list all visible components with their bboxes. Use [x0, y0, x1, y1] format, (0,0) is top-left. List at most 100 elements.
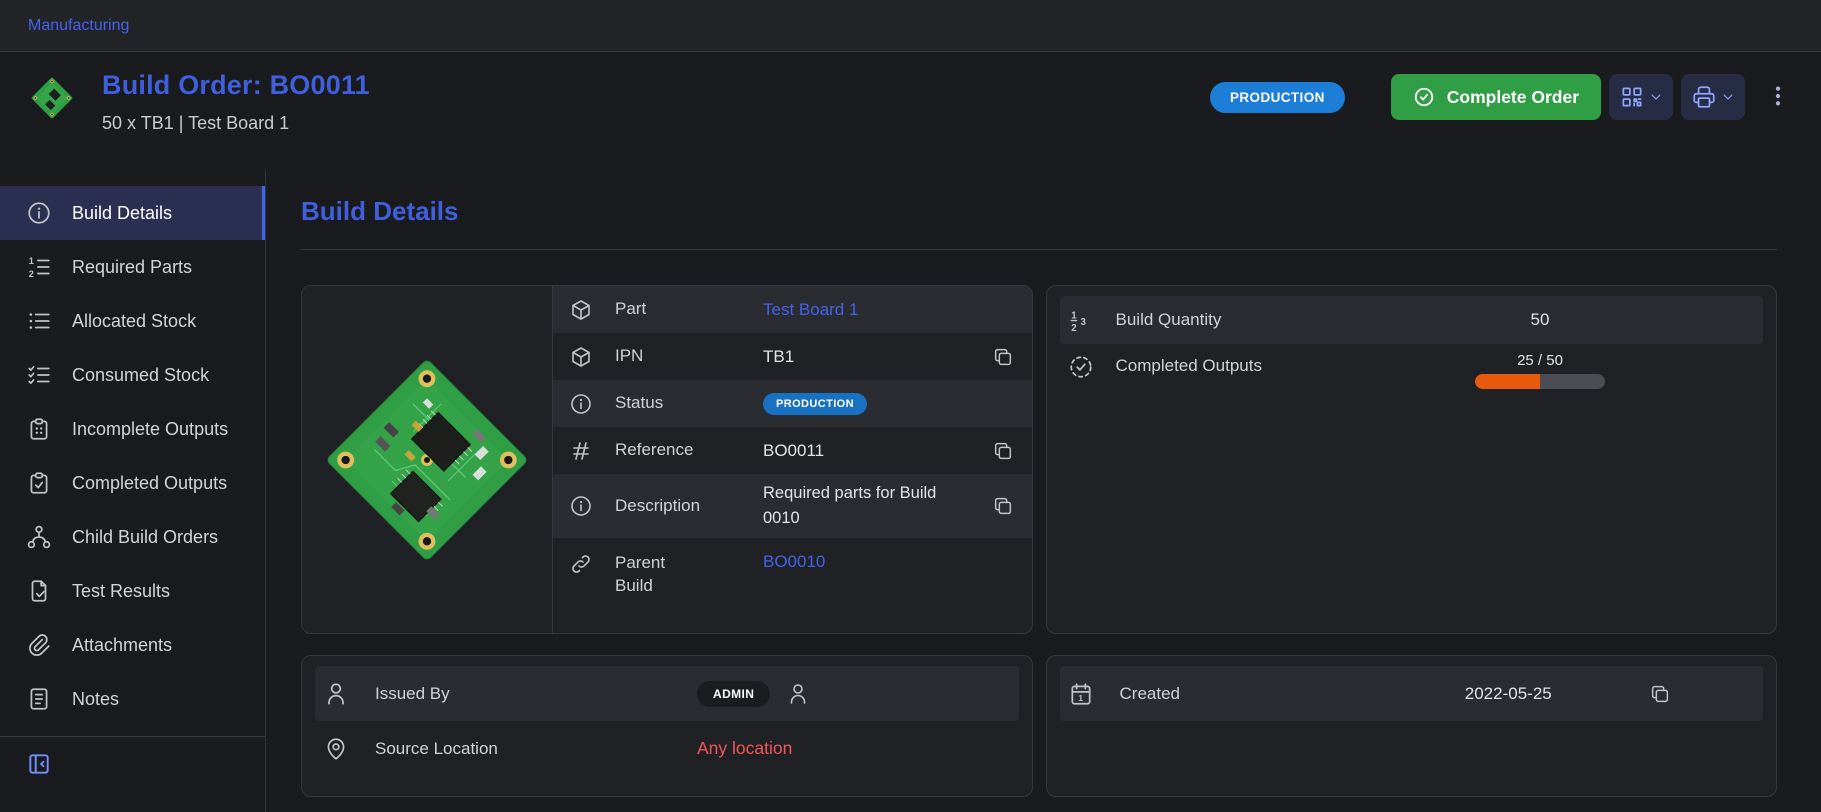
more-actions-kebab-button[interactable]: [1761, 77, 1795, 118]
svg-text:2: 2: [1071, 323, 1077, 333]
sidebar-item-label: Required Parts: [72, 257, 192, 278]
user-badge: ADMIN: [697, 681, 770, 707]
sidebar-item-completed-outputs[interactable]: Completed Outputs: [0, 456, 265, 510]
page-header: Build Order: BO0011 50 x TB1 | Test Boar…: [0, 52, 1821, 170]
collapse-sidebar-button[interactable]: [26, 751, 52, 777]
user-icon: [323, 681, 375, 707]
hash-icon: [569, 439, 615, 463]
table-row-completed-outputs: Completed Outputs 25 / 50: [1060, 344, 1764, 408]
part-details-table: Part Test Board 1 IPN TB1: [552, 286, 1032, 633]
svg-text:3: 3: [1080, 317, 1086, 328]
copy-icon[interactable]: [990, 493, 1016, 519]
page-title: Build Order: BO0011: [102, 70, 370, 101]
sidebar-item-label: Attachments: [72, 635, 172, 656]
sidebar-item-build-details[interactable]: Build Details: [0, 186, 265, 240]
status-badge: PRODUCTION: [763, 393, 867, 415]
row-label: Status: [615, 392, 763, 415]
check-circle-icon: [1413, 86, 1435, 108]
row-value: TB1: [763, 347, 990, 367]
part-thumbnail: [26, 72, 78, 124]
paperclip-icon: [26, 632, 52, 658]
sidebar-item-notes[interactable]: Notes: [0, 672, 265, 726]
svg-text:1: 1: [29, 256, 34, 266]
row-label: Parent Build: [615, 552, 763, 598]
row-label: Created: [1120, 684, 1370, 704]
sidebar-divider: [0, 736, 265, 737]
table-row-source-location: Source Location Any location: [315, 721, 1019, 776]
notes-icon: [26, 686, 52, 712]
sidebar-item-label: Child Build Orders: [72, 527, 218, 548]
link-icon: [569, 552, 615, 576]
sidebar-item-incomplete-outputs[interactable]: Incomplete Outputs: [0, 402, 265, 456]
complete-order-button[interactable]: Complete Order: [1391, 74, 1601, 120]
table-row-status: Status PRODUCTION: [553, 380, 1032, 427]
row-label: Description: [615, 495, 763, 518]
info-circle-icon: [26, 200, 52, 226]
print-actions-button[interactable]: [1681, 74, 1745, 120]
complete-order-label: Complete Order: [1447, 87, 1579, 108]
sitemap-icon: [26, 524, 52, 550]
numbers-123-icon: 1 23: [1068, 307, 1116, 333]
created-panel: 1 Created 2022-05-25: [1046, 655, 1778, 797]
sidebar-item-child-build-orders[interactable]: Child Build Orders: [0, 510, 265, 564]
printer-icon: [1691, 84, 1717, 110]
chevron-down-icon: [1720, 89, 1736, 105]
chevron-down-icon: [1648, 89, 1664, 105]
box-icon: [569, 298, 615, 322]
sidebar-item-consumed-stock[interactable]: Consumed Stock: [0, 348, 265, 402]
sidebar-item-test-results[interactable]: Test Results: [0, 564, 265, 618]
list-check-icon: [26, 362, 52, 388]
breadcrumb-bar: Manufacturing: [0, 0, 1821, 52]
row-value: 50: [1531, 310, 1550, 330]
file-check-icon: [26, 578, 52, 604]
map-pin-icon: [323, 736, 375, 762]
sidebar-item-required-parts[interactable]: 12 Required Parts: [0, 240, 265, 294]
row-value: 2022-05-25: [1370, 684, 1648, 704]
copy-icon[interactable]: [1647, 681, 1673, 707]
svg-text:1: 1: [1071, 310, 1077, 321]
row-label: Completed Outputs: [1116, 352, 1262, 376]
svg-text:2: 2: [29, 269, 34, 279]
row-label: Build Quantity: [1116, 310, 1222, 330]
breadcrumb-manufacturing[interactable]: Manufacturing: [28, 17, 129, 35]
progress-check-icon: [1068, 352, 1116, 380]
page-subtitle: 50 x TB1 | Test Board 1: [102, 113, 370, 134]
main-content: Build Details: [266, 170, 1821, 812]
section-title: Build Details: [301, 196, 1777, 227]
table-row-issued-by: Issued By ADMIN: [315, 666, 1019, 721]
table-row-description: Description Required parts for Build 001…: [553, 474, 1032, 538]
row-label: Reference: [615, 439, 763, 462]
list-icon: [26, 308, 52, 334]
table-row-part: Part Test Board 1: [553, 286, 1032, 333]
table-row-reference: Reference BO0011: [553, 427, 1032, 474]
barcode-actions-button[interactable]: [1609, 74, 1673, 120]
copy-icon[interactable]: [990, 344, 1016, 370]
sidebar-item-label: Notes: [72, 689, 119, 710]
row-label: Source Location: [375, 739, 697, 759]
progress-bar: [1475, 374, 1605, 389]
info-circle-icon: [569, 392, 615, 416]
svg-text:1: 1: [1078, 693, 1083, 703]
clipboard-check-icon: [26, 470, 52, 496]
part-link[interactable]: Test Board 1: [763, 300, 858, 319]
sidebar: Build Details 12 Required Parts Allocate…: [0, 170, 266, 812]
sidebar-item-label: Completed Outputs: [72, 473, 227, 494]
sidebar-item-attachments[interactable]: Attachments: [0, 618, 265, 672]
table-row-ipn: IPN TB1: [553, 333, 1032, 380]
sidebar-item-label: Consumed Stock: [72, 365, 209, 386]
calendar-icon: 1: [1068, 681, 1120, 707]
row-label: Part: [615, 298, 763, 321]
progress-label: 25 / 50: [1517, 352, 1563, 369]
sidebar-item-allocated-stock[interactable]: Allocated Stock: [0, 294, 265, 348]
issued-by-panel: Issued By ADMIN Source Location Any loca…: [301, 655, 1033, 797]
sidebar-item-label: Allocated Stock: [72, 311, 196, 332]
part-image: [302, 286, 552, 633]
info-circle-icon: [569, 494, 615, 518]
row-label: IPN: [615, 345, 763, 368]
parent-build-link[interactable]: BO0010: [763, 552, 825, 571]
copy-icon[interactable]: [990, 438, 1016, 464]
list-numbers-icon: 12: [26, 254, 52, 280]
part-details-panel: Part Test Board 1 IPN TB1: [301, 285, 1033, 634]
sidebar-item-label: Incomplete Outputs: [72, 419, 228, 440]
table-row-build-quantity: 1 23 Build Quantity 50: [1060, 296, 1764, 344]
